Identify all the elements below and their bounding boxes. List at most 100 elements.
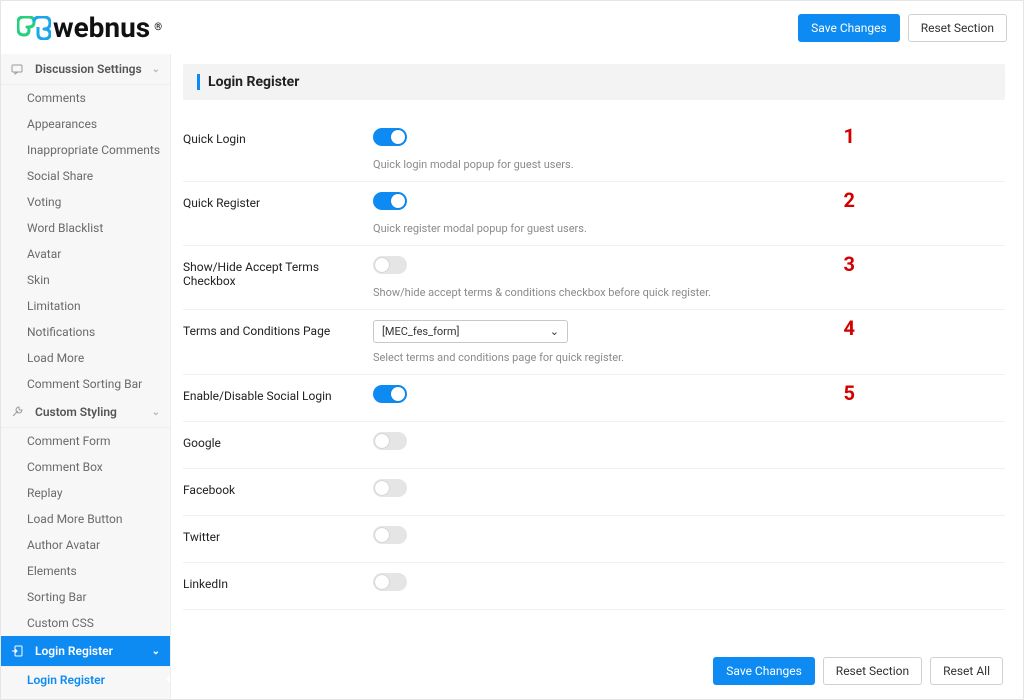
- sidebar-item-avatar[interactable]: Avatar: [1, 241, 170, 267]
- toggle-knob: [375, 258, 389, 272]
- setting-label: Facebook: [183, 479, 373, 497]
- setting-label: LinkedIn: [183, 573, 373, 591]
- sidebar-item-recaptcha[interactable]: Recaptcha: [1, 693, 170, 699]
- panel-title: Login Register: [197, 74, 991, 90]
- sidebar-item-load-more-button[interactable]: Load More Button: [1, 506, 170, 532]
- sidebar-item-word-blacklist[interactable]: Word Blacklist: [1, 215, 170, 241]
- top-actions: Save Changes Reset Section: [798, 14, 1007, 42]
- setting-control: Quick login modal popup for guest users.: [373, 128, 1005, 171]
- setting-control: Quick register modal popup for guest use…: [373, 192, 1005, 235]
- toggle-knob: [391, 194, 405, 208]
- main-panel: Login Register Quick LoginQuick login mo…: [171, 54, 1023, 699]
- sidebar: Discussion Settings ⌄ Comments Appearanc…: [1, 54, 171, 699]
- sidebar-item-inappropriate-comments[interactable]: Inappropriate Comments: [1, 137, 170, 163]
- sidebar-section-label: Discussion Settings: [35, 62, 142, 76]
- toggle-switch[interactable]: [373, 432, 407, 450]
- toggle-switch[interactable]: [373, 573, 407, 591]
- sidebar-section-login-register[interactable]: Login Register ⌄: [1, 636, 170, 667]
- toggle-switch[interactable]: [373, 526, 407, 544]
- chevron-down-icon: ⌄: [550, 325, 559, 338]
- toggle-switch[interactable]: [373, 256, 407, 274]
- sidebar-section-label: Custom Styling: [35, 405, 117, 419]
- select-value: [MEC_fes_form]: [382, 325, 459, 338]
- sidebar-item-author-avatar[interactable]: Author Avatar: [1, 532, 170, 558]
- select-dropdown[interactable]: [MEC_fes_form] ⌄: [373, 320, 568, 343]
- setting-row: Quick LoginQuick login modal popup for g…: [183, 118, 1005, 182]
- setting-description: Show/hide accept terms & conditions chec…: [373, 286, 1005, 299]
- setting-label: Twitter: [183, 526, 373, 544]
- toggle-knob: [375, 575, 389, 589]
- sidebar-item-notifications[interactable]: Notifications: [1, 319, 170, 345]
- toggle-knob: [375, 434, 389, 448]
- brand-name: webnus: [53, 11, 150, 44]
- toggle-switch[interactable]: [373, 385, 407, 403]
- chevron-down-icon: ⌄: [152, 64, 160, 75]
- sidebar-item-voting[interactable]: Voting: [1, 189, 170, 215]
- sidebar-item-custom-css[interactable]: Custom CSS: [1, 610, 170, 636]
- top-bar: webnus ® Save Changes Reset Section: [1, 1, 1023, 54]
- setting-label: Google: [183, 432, 373, 450]
- toggle-switch[interactable]: [373, 128, 407, 146]
- chevron-down-icon: ⌄: [152, 646, 160, 657]
- setting-row: Enable/Disable Social Login 5: [183, 375, 1005, 422]
- footer-save-button[interactable]: Save Changes: [713, 657, 815, 685]
- sidebar-section-label: Login Register: [35, 644, 113, 658]
- sidebar-item-social-share[interactable]: Social Share: [1, 163, 170, 189]
- sidebar-item-skin[interactable]: Skin: [1, 267, 170, 293]
- sidebar-section-discussion[interactable]: Discussion Settings ⌄: [1, 54, 170, 85]
- sidebar-item-comment-box[interactable]: Comment Box: [1, 454, 170, 480]
- setting-row: Facebook: [183, 469, 1005, 516]
- sidebar-item-appearances[interactable]: Appearances: [1, 111, 170, 137]
- setting-label: Show/Hide Accept Terms Checkbox: [183, 256, 373, 288]
- setting-description: Select terms and conditions page for qui…: [373, 351, 1005, 364]
- setting-row: Google: [183, 422, 1005, 469]
- toggle-switch[interactable]: [373, 192, 407, 210]
- sidebar-item-login-register[interactable]: Login Register: [1, 667, 170, 693]
- setting-label: Enable/Disable Social Login: [183, 385, 373, 403]
- brand-trademark: ®: [152, 22, 162, 33]
- sidebar-section-discussion-items: Comments Appearances Inappropriate Comme…: [1, 85, 170, 397]
- annotation-number: 1: [844, 124, 855, 148]
- discussion-icon: [11, 63, 23, 75]
- setting-label: Quick Register: [183, 192, 373, 210]
- brand-logo: webnus ®: [17, 11, 162, 44]
- toggle-knob: [375, 481, 389, 495]
- save-changes-button[interactable]: Save Changes: [798, 14, 900, 42]
- annotation-number: 3: [844, 252, 855, 276]
- annotation-number: 5: [844, 381, 855, 405]
- setting-description: Quick register modal popup for guest use…: [373, 222, 1005, 235]
- setting-description: Quick login modal popup for guest users.: [373, 158, 1005, 171]
- setting-control: [373, 432, 1005, 454]
- annotation-number: 2: [844, 188, 855, 212]
- setting-control: [MEC_fes_form] ⌄ Select terms and conditio…: [373, 320, 1005, 364]
- setting-row: Quick RegisterQuick register modal popup…: [183, 182, 1005, 246]
- sidebar-item-comment-form[interactable]: Comment Form: [1, 428, 170, 454]
- setting-control: [373, 573, 1005, 595]
- toggle-switch[interactable]: [373, 479, 407, 497]
- app-frame: webnus ® Save Changes Reset Section Disc…: [0, 0, 1024, 700]
- sidebar-section-custom-styling[interactable]: Custom Styling ⌄: [1, 397, 170, 428]
- panel-title-bar: Login Register: [183, 64, 1005, 100]
- footer-reset-section-button[interactable]: Reset Section: [823, 657, 922, 685]
- setting-row: LinkedIn: [183, 563, 1005, 610]
- setting-row: Terms and Conditions Page [MEC_fes_form] ⌄…: [183, 310, 1005, 375]
- setting-control: [373, 385, 1005, 407]
- sidebar-item-elements[interactable]: Elements: [1, 558, 170, 584]
- setting-control: [373, 526, 1005, 548]
- setting-label: Terms and Conditions Page: [183, 320, 373, 338]
- sidebar-item-comment-sorting-bar[interactable]: Comment Sorting Bar: [1, 371, 170, 397]
- sidebar-item-sorting-bar[interactable]: Sorting Bar: [1, 584, 170, 610]
- sidebar-item-limitation[interactable]: Limitation: [1, 293, 170, 319]
- reset-section-button[interactable]: Reset Section: [908, 14, 1007, 42]
- body: Discussion Settings ⌄ Comments Appearanc…: [1, 54, 1023, 699]
- sidebar-item-load-more[interactable]: Load More: [1, 345, 170, 371]
- footer-reset-all-button[interactable]: Reset All: [930, 657, 1003, 685]
- sidebar-section-login-register-items: Login Register Recaptcha: [1, 667, 170, 699]
- toggle-knob: [375, 528, 389, 542]
- sidebar-item-comments[interactable]: Comments: [1, 85, 170, 111]
- brand-mark-icon: [17, 16, 51, 40]
- annotation-number: 4: [844, 316, 855, 340]
- setting-control: Show/hide accept terms & conditions chec…: [373, 256, 1005, 299]
- toggle-knob: [391, 130, 405, 144]
- sidebar-item-replay[interactable]: Replay: [1, 480, 170, 506]
